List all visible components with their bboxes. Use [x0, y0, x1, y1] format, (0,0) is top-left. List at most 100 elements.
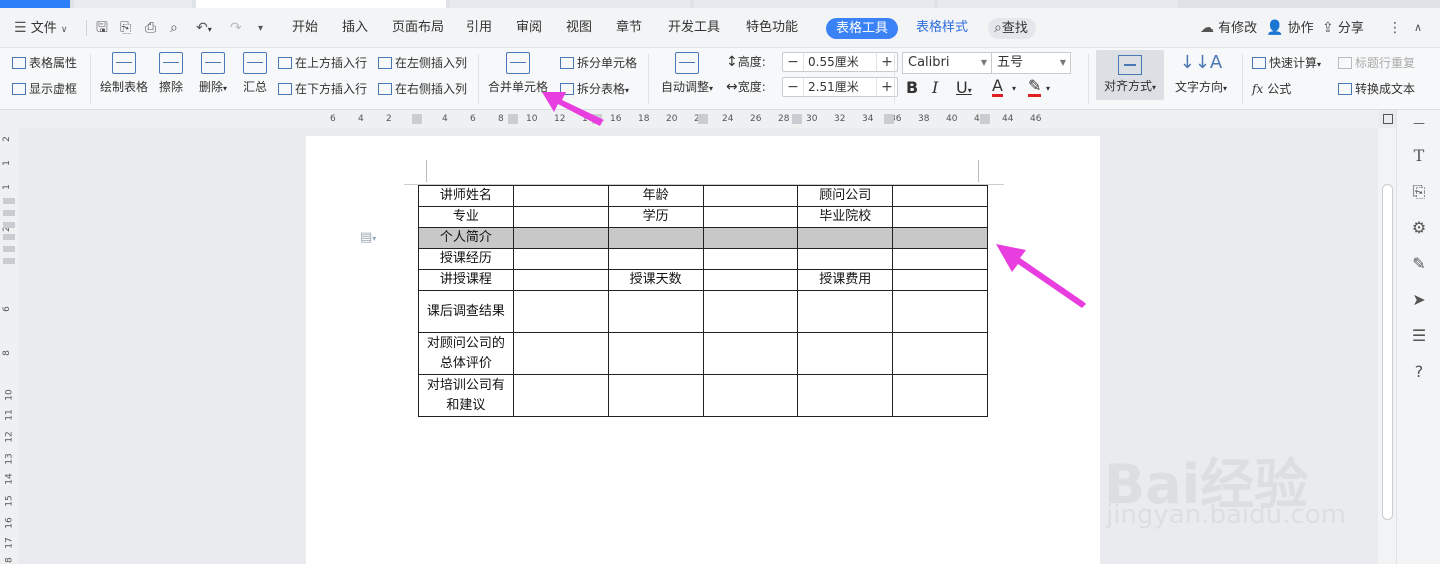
formula-button[interactable]: fx 公式 — [1252, 80, 1291, 97]
table-cell[interactable]: 讲授课程 — [418, 269, 514, 291]
collapse-ribbon-icon[interactable]: ∧ — [1414, 8, 1422, 48]
tab-developer[interactable]: 开发工具 — [668, 8, 720, 48]
more-icon[interactable]: ▾ — [258, 8, 263, 48]
sliders-icon[interactable]: ☰ — [1409, 326, 1429, 346]
table-cell[interactable]: 授课费用 — [797, 269, 894, 291]
table-cell[interactable] — [702, 269, 799, 291]
table-cell[interactable]: 专业 — [418, 206, 514, 228]
summary-button[interactable]: 汇总 — [240, 52, 270, 95]
table-properties-button[interactable]: 表格属性 — [12, 54, 77, 71]
column-marker[interactable] — [792, 114, 802, 124]
collab-button[interactable]: 👤 协作 — [1266, 8, 1314, 48]
quick-calc-button[interactable]: 快速计算▾ — [1252, 54, 1321, 71]
auto-fit-button[interactable]: 自动调整▾ — [656, 52, 718, 95]
table-cell[interactable] — [607, 374, 704, 417]
table-cell[interactable] — [797, 248, 894, 270]
text-style-icon[interactable]: T — [1409, 146, 1429, 166]
table-cell[interactable]: 对顾问公司的总体评价 — [418, 332, 514, 375]
table-cell[interactable]: 顾问公司 — [797, 185, 894, 207]
table-cell[interactable] — [892, 185, 988, 207]
table-cell[interactable] — [607, 290, 704, 333]
table-cell[interactable] — [512, 248, 609, 270]
tab-start[interactable]: 开始 — [292, 8, 318, 48]
search-button[interactable]: ⌕查找 — [988, 18, 1036, 39]
column-marker[interactable] — [698, 114, 708, 124]
vertical-ruler[interactable]: 2 1 1 2 6 8 10 11 12 13 14 15 16 17 18 — [0, 128, 18, 564]
table-cell[interactable]: 授课天数 — [607, 269, 704, 291]
table-cell[interactable] — [702, 374, 799, 417]
tab-doc-active[interactable] — [196, 0, 446, 8]
tab-home[interactable] — [0, 0, 70, 8]
column-marker[interactable] — [884, 114, 894, 124]
tab-section[interactable]: 章节 — [616, 8, 642, 48]
modified-button[interactable]: ☁ 有修改 — [1200, 8, 1257, 48]
share-button[interactable]: ⇪ 分享 — [1322, 8, 1364, 48]
tab-insert[interactable]: 插入 — [342, 8, 368, 48]
document-table[interactable]: 讲师姓名 年龄 顾问公司 专业 学历 毕业院校 个人简介 授课经历 讲授课程 授课天数 授课费用 课后… — [418, 185, 988, 417]
column-marker[interactable] — [508, 114, 518, 124]
table-cell[interactable]: 对培训公司有和建议 — [418, 374, 514, 417]
print-preview-icon[interactable]: ⌕ — [170, 8, 178, 48]
collapse-sidebar-icon[interactable]: — — [1409, 116, 1429, 136]
table-cell[interactable]: 讲师姓名 — [418, 185, 514, 207]
bold-icon[interactable]: B — [906, 78, 918, 97]
table-cell[interactable] — [797, 374, 894, 417]
erase-button[interactable]: 擦除 — [156, 52, 186, 95]
text-direction-button[interactable]: ↓↓A 文字方向▾ — [1170, 52, 1232, 95]
table-cell[interactable] — [892, 332, 988, 375]
font-color-icon[interactable]: A — [992, 78, 1003, 97]
table-cell[interactable] — [702, 227, 799, 249]
table-cell[interactable] — [892, 206, 988, 228]
cursor-icon[interactable]: ➤ — [1409, 290, 1429, 310]
table-cell[interactable] — [512, 332, 609, 375]
width-decrease-button[interactable]: − — [783, 79, 803, 95]
document-check-icon[interactable]: ⎘ — [1409, 182, 1429, 202]
table-cell[interactable] — [607, 332, 704, 375]
delete-button[interactable]: 删除▾ — [194, 52, 232, 95]
row-marker[interactable] — [3, 222, 15, 228]
table-cell[interactable] — [702, 290, 799, 333]
insert-row-below-button[interactable]: 在下方插入行 — [278, 80, 367, 97]
paragraph-icon[interactable]: ▤▾ — [360, 230, 376, 245]
highlight-icon[interactable]: ✎ — [1028, 78, 1042, 97]
row-marker[interactable] — [3, 246, 15, 252]
row-marker[interactable] — [3, 234, 15, 240]
more-options-icon[interactable]: ⋮ — [1388, 8, 1402, 48]
table-cell[interactable] — [892, 269, 988, 291]
italic-icon[interactable]: I — [932, 78, 938, 97]
table-cell[interactable] — [797, 227, 894, 249]
table-cell[interactable] — [702, 332, 799, 375]
table-cell[interactable] — [607, 248, 704, 270]
table-cell[interactable] — [512, 206, 609, 228]
document-settings-icon[interactable]: ⚙ — [1409, 218, 1429, 238]
table-cell[interactable] — [892, 374, 988, 417]
height-decrease-button[interactable]: − — [783, 54, 803, 70]
table-cell[interactable] — [797, 332, 894, 375]
insert-row-above-button[interactable]: 在上方插入行 — [278, 54, 367, 71]
width-stepper[interactable]: − 2.51厘米 + — [782, 77, 898, 97]
font-name-select[interactable]: Calibri ▼ — [902, 52, 992, 74]
tab-table-style[interactable]: 表格样式 — [916, 8, 968, 48]
height-stepper[interactable]: − 0.55厘米 + — [782, 52, 898, 72]
tab-doc-4[interactable] — [694, 0, 934, 8]
highlight-dropdown[interactable]: ▾ — [1046, 84, 1050, 93]
print-icon[interactable]: ⎙ — [145, 8, 156, 48]
tab-view[interactable]: 视图 — [566, 8, 592, 48]
table-cell[interactable] — [512, 290, 609, 333]
repeat-header-button[interactable]: 标题行重复 — [1338, 54, 1415, 71]
insert-col-right-button[interactable]: 在右侧插入列 — [378, 80, 467, 97]
export-icon[interactable]: ⎘ — [120, 8, 131, 48]
underline-icon[interactable]: U▾ — [956, 78, 972, 97]
horizontal-ruler[interactable]: 6422468101214161820222426283032343638404… — [0, 110, 1378, 128]
table-cell[interactable] — [702, 248, 799, 270]
table-cell[interactable]: 学历 — [607, 206, 704, 228]
tab-special[interactable]: 特色功能 — [746, 8, 798, 48]
tab-table-tools[interactable]: 表格工具 — [826, 18, 899, 39]
split-cells-button[interactable]: 拆分单元格 — [560, 54, 637, 71]
show-gridlines-button[interactable]: 显示虚框 — [12, 80, 77, 97]
font-size-select[interactable]: 五号 ▼ — [991, 52, 1071, 74]
height-input[interactable]: 0.55厘米 — [803, 53, 877, 71]
table-cell[interactable] — [702, 185, 799, 207]
alignment-button[interactable]: 对齐方式▾ — [1096, 50, 1164, 100]
table-cell[interactable] — [512, 227, 609, 249]
